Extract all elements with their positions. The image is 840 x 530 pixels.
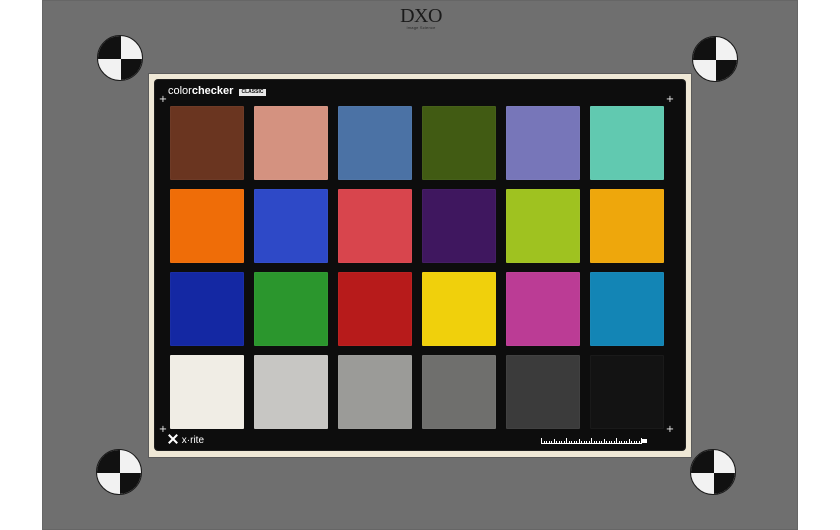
bottom-left-calibration-target-icon [96, 449, 142, 495]
dxo-brand: DXO Image Science [396, 6, 446, 36]
scale-tick [636, 441, 637, 444]
scale-tick [583, 441, 585, 444]
scale-end-marker [642, 439, 647, 443]
scale-tick [563, 441, 565, 444]
scale-tick [581, 441, 582, 444]
scale-tick [598, 441, 600, 444]
top-right-crosshair-icon: + [665, 94, 675, 105]
color-calibration-image: DXO Image Science colorchecker CLASSIC +… [0, 0, 840, 530]
scale-tick [631, 441, 632, 444]
bottom-left-crosshair-icon: + [158, 424, 168, 435]
swatch-bluish-green [590, 106, 664, 180]
scale-tick [551, 441, 552, 444]
scale-tick [553, 439, 555, 444]
swatch-yellow [422, 272, 496, 346]
scale-tick [568, 441, 570, 444]
swatch-blue-flower [506, 106, 580, 180]
swatch-blue [170, 272, 244, 346]
scale-tick [638, 441, 640, 444]
swatch-red [338, 272, 412, 346]
scale-tick [566, 438, 567, 444]
swatch-blue-sky [338, 106, 412, 180]
scale-tick [613, 441, 615, 444]
scale-tick [601, 441, 602, 444]
scale-tick [628, 439, 630, 444]
measurement-scale [541, 437, 647, 445]
swatch-yellow-green [506, 189, 580, 263]
colorchecker-card: colorchecker CLASSIC + + + + x·rite [154, 79, 686, 451]
scale-tick [573, 441, 575, 444]
scale-tick [546, 441, 547, 444]
scale-tick [571, 441, 572, 444]
swatch-neutral-5 [422, 355, 496, 429]
title-prefix: color [168, 85, 192, 97]
xrite-logo-text: x·rite [181, 435, 205, 446]
swatch-neutral-8 [254, 355, 328, 429]
scale-tick [588, 441, 590, 444]
scale-tick [558, 441, 560, 444]
swatch-purple [422, 189, 496, 263]
dxo-subtitle: Image Science [406, 25, 436, 30]
xrite-logo: x·rite [168, 434, 204, 447]
scale-tick [556, 441, 557, 444]
bottom-right-calibration-target-icon [690, 449, 736, 495]
scale-tick [578, 439, 580, 444]
scale-tick [633, 441, 635, 444]
scale-tick [591, 438, 592, 444]
top-left-calibration-target-icon [97, 35, 143, 81]
scale-tick [586, 441, 587, 444]
scale-tick [626, 441, 627, 444]
dxo-logo-text: DXO [400, 5, 442, 27]
swatch-neutral-6-5 [338, 355, 412, 429]
title-suffix: checker [191, 85, 234, 97]
scale-tick [596, 441, 597, 444]
swatch-cyan [590, 272, 664, 346]
scale-tick [618, 441, 620, 444]
swatch-white [170, 355, 244, 429]
scale-tick [576, 441, 577, 444]
swatch-dark-skin [170, 106, 244, 180]
swatch-black [590, 355, 664, 429]
scale-tick [548, 441, 550, 444]
classic-badge: CLASSIC [238, 89, 267, 96]
scale-tick [616, 438, 617, 444]
swatch-magenta [506, 272, 580, 346]
swatch-green [254, 272, 328, 346]
top-right-calibration-target-icon [692, 36, 738, 82]
scale-tick [611, 441, 612, 444]
scale-tick [641, 438, 642, 444]
xrite-mark-icon [168, 434, 178, 444]
swatch-moderate-red [338, 189, 412, 263]
scale-tick [606, 441, 607, 444]
scale-tick [593, 441, 595, 444]
scale-tick [603, 439, 605, 444]
scale-tick [541, 438, 542, 444]
scale-tick [561, 441, 562, 444]
colorchecker-title: colorchecker CLASSIC [168, 85, 267, 97]
scale-tick [621, 441, 622, 444]
swatch-purplish-blue [254, 189, 328, 263]
swatch-orange-yellow [590, 189, 664, 263]
swatch-neutral-3-5 [506, 355, 580, 429]
swatch-foliage [422, 106, 496, 180]
scale-tick [623, 441, 625, 444]
scale-tick [608, 441, 610, 444]
scale-tick [543, 441, 545, 444]
color-swatch-grid [170, 106, 670, 429]
top-left-crosshair-icon: + [158, 94, 168, 105]
swatch-orange [170, 189, 244, 263]
swatch-light-skin [254, 106, 328, 180]
